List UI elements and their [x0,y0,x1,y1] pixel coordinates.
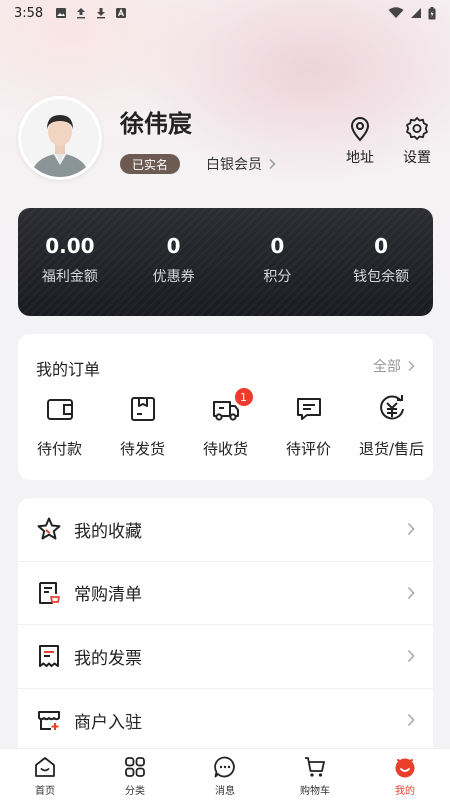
download-notification-icon [97,8,106,19]
menu-label: 常购清单 [74,585,142,606]
order-refund[interactable]: 退货/售后 [350,394,433,459]
package-icon [130,397,155,421]
orders-all-label: 全部 [373,359,401,375]
asset-points[interactable]: 0 积分 [226,208,330,316]
star-icon [37,517,61,540]
settings-label: 设置 [403,150,431,166]
status-bar: 3:58 [0,0,450,26]
avatar-image [21,99,99,177]
order-icon-wrap: 1 [211,388,253,424]
asset-welfare[interactable]: 0.00 福利金额 [18,208,122,316]
asset-value: 0 [166,234,181,258]
comment-icon [296,398,321,420]
order-count-badge: 1 [234,388,253,406]
chevron-right-icon [407,523,415,536]
tab-label: 购物车 [300,786,330,797]
wallet-icon [46,399,73,420]
asset-label: 钱包余额 [353,269,410,285]
asset-value: 0.00 [45,234,95,258]
list-icon [39,581,60,604]
tab-home[interactable]: 首页 [0,749,90,800]
tab-profile[interactable]: 我的 [360,749,450,800]
username: 徐伟宸 [120,110,192,138]
verified-badge: 已实名 [120,154,181,174]
menu-label: 我的收藏 [74,521,142,542]
battery-icon [428,6,436,19]
assets-card: 0.00 福利金额 0 优惠券 0 积分 0 钱包余额 [18,208,433,316]
message-icon [214,756,235,778]
order-label: 待发货 [119,440,165,458]
asset-value: 0 [270,234,285,258]
app-notification-icon [116,8,127,18]
order-label: 退货/售后 [358,440,425,458]
asset-label: 优惠券 [152,269,195,285]
member-level-label: 白银会员 [206,157,262,173]
chevron-right-icon [408,360,415,372]
menu-item-invoices[interactable]: 我的发票 [18,625,433,689]
orders-all-link[interactable]: 全部 [373,356,415,376]
menu-label: 商户入驻 [74,712,142,733]
order-label: 待评价 [285,440,331,458]
chevron-right-icon [269,158,276,170]
menu-item-merchant-join[interactable]: 商户入驻 [18,689,433,753]
signal-icon [411,8,421,18]
profile-icon [395,758,415,778]
orders-row: 待付款 待发货 1 待收货 待评价 退货/售后 [18,388,433,459]
order-pending-receipt[interactable]: 1 待收货 [184,388,267,459]
menu-label: 我的发票 [74,648,142,669]
tab-cart[interactable]: 购物车 [270,749,360,800]
settings-button[interactable]: 设置 [397,116,437,167]
image-notification-icon [56,8,67,18]
home-icon [35,757,55,777]
store-icon [38,711,60,731]
order-pending-payment[interactable]: 待付款 [18,394,101,459]
address-label: 地址 [346,150,374,166]
upload-notification-icon [77,8,86,19]
menu-item-frequent-list[interactable]: 常购清单 [18,562,433,625]
tab-categories[interactable]: 分类 [90,749,180,800]
chevron-right-icon [407,586,415,599]
orders-card: 我的订单 全部 待付款 待发货 1 待收货 待评价 退货/售后 [18,334,433,480]
order-label: 待收货 [202,440,248,458]
status-time: 3:58 [14,5,44,21]
tab-label: 我的 [395,786,415,797]
tab-label: 消息 [215,786,235,797]
cart-icon [305,757,325,777]
location-pin-icon [350,117,370,142]
refund-icon [379,395,404,420]
wifi-icon [388,7,404,18]
asset-coupons[interactable]: 0 优惠券 [122,208,226,316]
address-button[interactable]: 地址 [340,116,380,167]
chevron-right-icon [407,714,415,727]
orders-title: 我的订单 [36,360,101,379]
avatar[interactable] [18,96,102,180]
asset-label: 积分 [263,269,292,285]
gear-icon [406,117,428,140]
member-level-link[interactable]: 白银会员 [206,154,276,174]
tab-label: 分类 [125,786,145,797]
tab-label: 首页 [35,786,55,797]
asset-label: 福利金额 [41,269,98,285]
asset-value: 0 [374,234,389,258]
verified-label: 已实名 [132,157,169,172]
profile-header: 徐伟宸 已实名 白银会员 地址 设置 [18,96,432,186]
chevron-right-icon [407,650,415,663]
order-pending-shipment[interactable]: 待发货 [101,394,184,459]
tab-messages[interactable]: 消息 [180,749,270,800]
order-pending-review[interactable]: 待评价 [267,394,350,459]
invoice-icon [39,645,59,668]
menu-item-favorites[interactable]: 我的收藏 [18,498,433,562]
menu-card: 我的收藏 常购清单 我的发票 商户入驻 [18,498,433,758]
grid-icon [125,757,145,777]
asset-wallet[interactable]: 0 钱包余额 [329,208,433,316]
bottom-tab-bar: 首页 分类 消息 购物车 我的 [0,748,450,800]
order-label: 待付款 [36,440,82,458]
